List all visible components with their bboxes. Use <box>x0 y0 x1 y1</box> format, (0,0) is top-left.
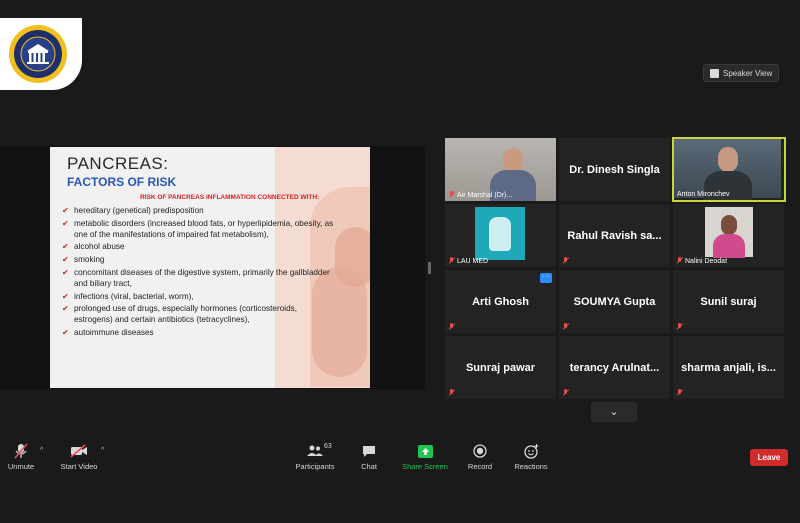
mic-muted-icon <box>676 257 683 265</box>
participants-icon <box>307 445 323 456</box>
participant-name: Dr. Dinesh Singla <box>569 163 660 176</box>
participant-tile[interactable]: Rahul Ravish sa... <box>559 204 670 267</box>
participants-button[interactable]: 63 Participants <box>294 443 336 471</box>
presentation-slide: PANCREAS: FACTORS OF RISK RISK OF PANCRE… <box>50 147 370 388</box>
mic-muted-icon <box>562 323 569 331</box>
participant-tile-active-speaker[interactable]: Anton Mironchev <box>672 137 786 202</box>
list-item: alcohol abuse <box>62 242 337 253</box>
participant-avatar-image <box>475 207 525 260</box>
camera-off-icon <box>70 444 87 458</box>
participant-tile[interactable]: Sunil suraj <box>673 270 784 333</box>
logo-container <box>0 18 82 90</box>
share-screen-label: Share Screen <box>402 462 448 471</box>
participant-name: sharma anjali, is... <box>681 361 776 374</box>
participant-tile[interactable]: sharma anjali, is... <box>673 336 784 399</box>
list-item: hereditary (genetical) predisposition <box>62 206 337 217</box>
list-item: infections (viral, bacterial, worm), <box>62 292 337 303</box>
participants-count: 63 <box>324 443 332 450</box>
participant-video <box>674 139 781 200</box>
record-button[interactable]: Record <box>466 443 494 471</box>
participant-tile[interactable]: terancy Arulnat... <box>559 336 670 399</box>
chat-button[interactable]: Chat <box>358 443 380 471</box>
university-seal-logo <box>9 25 67 83</box>
participant-tile[interactable]: Sunraj pawar <box>445 336 556 399</box>
speaker-view-button[interactable]: Speaker View <box>703 64 780 82</box>
share-screen-button[interactable]: Share Screen <box>401 443 449 471</box>
list-item: metabolic disorders (increased blood fat… <box>62 219 337 241</box>
speaker-view-label: Speaker View <box>723 68 773 78</box>
participant-label: Anton Mironchev <box>677 191 730 198</box>
mic-muted-icon <box>448 257 455 265</box>
slide-subtitle: FACTORS OF RISK <box>67 175 177 189</box>
grid-icon <box>710 68 719 78</box>
participant-label: Nalini Deodat <box>685 257 728 265</box>
share-screen-arrow-up-icon <box>417 444 433 458</box>
participant-name: SOUMYA Gupta <box>573 295 656 308</box>
mic-muted-icon <box>562 257 569 265</box>
participant-tile[interactable]: Air Marshal (Dr)... <box>445 138 556 201</box>
start-video-label: Start Video <box>60 462 98 471</box>
emoji-reaction-icon <box>523 443 538 459</box>
participant-name: Rahul Ravish sa... <box>567 229 662 242</box>
participant-avatar-image <box>705 207 753 258</box>
list-item: autoimmune diseases <box>62 328 337 339</box>
mic-muted-icon <box>448 191 455 199</box>
mic-muted-icon <box>676 323 683 331</box>
participant-label: Air Marshal (Dr)... <box>457 191 513 199</box>
chat-label: Chat <box>361 462 377 471</box>
participant-tile[interactable]: ··· Arti Ghosh <box>445 270 556 333</box>
participants-label: Participants <box>295 462 335 471</box>
microphone-muted-icon <box>14 443 28 459</box>
zoom-meeting-window: Speaker View PANCREAS: FACTORS OF RISK R… <box>0 0 800 523</box>
list-item: concomitant diseases of the digestive sy… <box>62 268 337 290</box>
reactions-label: Reactions <box>514 462 548 471</box>
participant-label: LAU MED <box>457 257 489 265</box>
more-options-button[interactable]: ··· <box>540 273 552 283</box>
participant-tile[interactable]: Nalini Deodat <box>673 204 784 267</box>
participant-tile[interactable]: SOUMYA Gupta <box>559 270 670 333</box>
mic-muted-icon <box>448 323 455 331</box>
mic-muted-icon <box>448 389 455 397</box>
participant-tile[interactable]: LAU MED <box>445 204 556 267</box>
next-page-button[interactable]: ⌄ <box>591 402 637 422</box>
video-options-chevron-up-icon[interactable]: ^ <box>101 447 104 454</box>
unmute-button[interactable]: Unmute <box>6 443 36 471</box>
record-label: Record <box>467 462 493 471</box>
risk-factor-list: hereditary (genetical) predisposition me… <box>62 206 337 341</box>
leave-button[interactable]: Leave <box>750 449 788 466</box>
start-video-button[interactable]: Start Video <box>58 443 100 471</box>
participant-name: Sunil suraj <box>700 295 757 308</box>
participant-name: Sunraj pawar <box>465 361 536 374</box>
audio-options-chevron-up-icon[interactable]: ^ <box>40 447 43 454</box>
slide-title: PANCREAS: <box>67 154 169 173</box>
list-item: smoking <box>62 255 337 266</box>
mic-muted-icon <box>676 389 683 397</box>
participant-tile[interactable]: Dr. Dinesh Singla <box>559 138 670 201</box>
list-item: prolonged use of drugs, especially hormo… <box>62 304 337 326</box>
resize-handle[interactable] <box>428 262 431 274</box>
participant-name: terancy Arulnat... <box>569 361 660 374</box>
slide-risk-heading: RISK OF PANCREAS INFLAMMATION CONNECTED … <box>140 194 320 201</box>
chat-bubble-icon <box>363 445 375 457</box>
mic-muted-icon <box>562 389 569 397</box>
participant-name: Arti Ghosh <box>472 295 529 308</box>
reactions-button[interactable]: Reactions <box>513 443 549 471</box>
unmute-label: Unmute <box>7 462 35 471</box>
record-icon <box>473 444 487 458</box>
